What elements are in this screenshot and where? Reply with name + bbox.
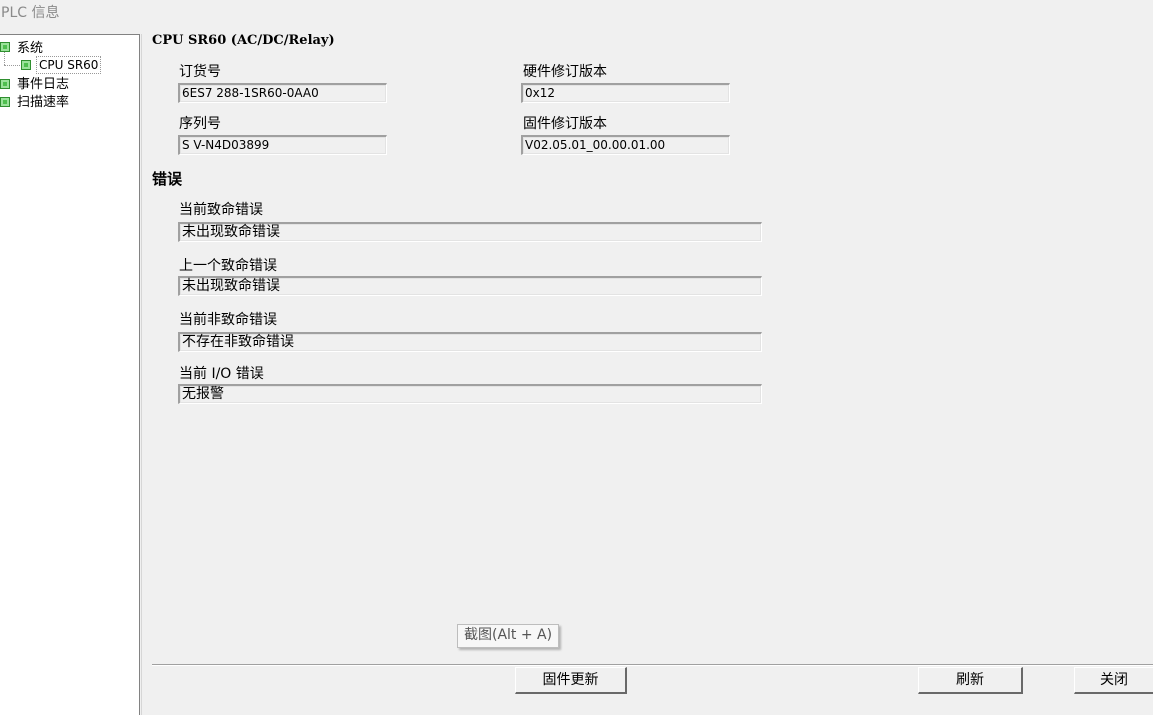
- errors-heading: 错误: [152, 170, 183, 188]
- refresh-button[interactable]: 刷新: [918, 667, 1023, 694]
- cpu-node-icon: [21, 60, 31, 70]
- window-title: PLC 信息: [1, 5, 60, 21]
- title-bar: PLC 信息: [0, 0, 1153, 30]
- current-fatal-error-field[interactable]: 未出现致命错误: [178, 222, 762, 242]
- cpu-title: CPU SR60 (AC/DC/Relay): [152, 33, 335, 48]
- firmware-revision-label: 固件修订版本: [523, 116, 607, 132]
- close-button[interactable]: 关闭: [1074, 667, 1153, 694]
- current-fatal-error-label: 当前致命错误: [179, 202, 263, 218]
- serial-number-label: 序列号: [179, 116, 221, 132]
- tree-connector: [4, 51, 5, 65]
- serial-number-field[interactable]: S V-N4D03899: [178, 135, 387, 155]
- tree-item-scan-rate[interactable]: 扫描速率: [17, 91, 69, 110]
- firmware-revision-field[interactable]: V02.05.01_00.00.01.00: [521, 135, 730, 155]
- current-nonfatal-error-label: 当前非致命错误: [179, 312, 277, 328]
- footer-separator-highlight: [152, 665, 1153, 666]
- system-node-icon: [0, 42, 10, 52]
- tree-item-cpu-sr60[interactable]: CPU SR60: [36, 56, 102, 74]
- tree-item-system[interactable]: 系统: [17, 37, 43, 56]
- navigation-tree[interactable]: 系统 CPU SR60 事件日志 扫描速率: [0, 34, 140, 715]
- screenshot-tooltip: 截图(Alt + A): [457, 624, 560, 648]
- tree-item-event-log[interactable]: 事件日志: [17, 73, 69, 92]
- scan-rate-node-icon: [0, 97, 10, 107]
- hardware-revision-label: 硬件修订版本: [523, 64, 607, 80]
- current-io-error-field[interactable]: 无报警: [178, 384, 762, 404]
- tree-connector: [4, 65, 20, 66]
- current-io-error-label: 当前 I/O 错误: [179, 366, 264, 382]
- order-number-label: 订货号: [179, 64, 221, 80]
- current-nonfatal-error-field[interactable]: 不存在非致命错误: [178, 332, 762, 352]
- panel-divider: [141, 34, 142, 715]
- order-number-field[interactable]: 6ES7 288-1SR60-0AA0: [178, 83, 387, 103]
- hardware-revision-field[interactable]: 0x12: [521, 83, 730, 103]
- last-fatal-error-label: 上一个致命错误: [179, 258, 277, 274]
- firmware-update-button[interactable]: 固件更新: [515, 667, 627, 694]
- event-log-node-icon: [0, 79, 10, 89]
- last-fatal-error-field[interactable]: 未出现致命错误: [178, 276, 762, 296]
